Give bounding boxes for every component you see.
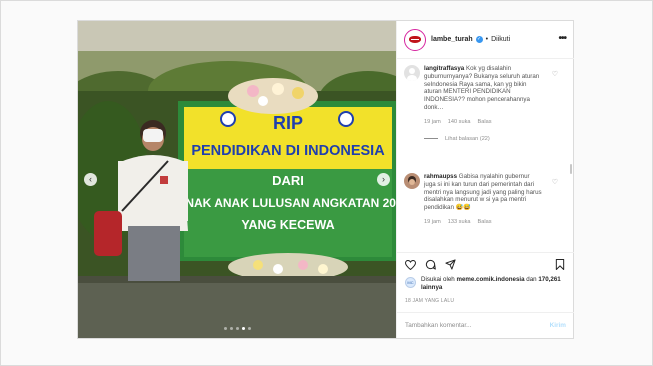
following-button[interactable]: Diikuti — [491, 36, 510, 43]
view-replies-button[interactable]: Lihat balasan (22) — [424, 136, 564, 142]
action-icons — [405, 259, 456, 270]
comment-bubble-icon — [425, 259, 436, 270]
heart-icon — [405, 259, 416, 270]
commenter-username[interactable]: rahmaupss — [424, 173, 457, 180]
comment-time: 19 jam — [424, 218, 441, 225]
reply-button[interactable]: Balas — [478, 119, 492, 125]
bookmark-icon — [555, 259, 565, 270]
follow-separator: • — [485, 36, 489, 43]
author-avatar[interactable] — [404, 28, 426, 51]
post-actions: MC Disukai oleh meme.comik.indonesia dan… — [397, 252, 574, 338]
post-media[interactable]: RIP PENDIDIKAN DI INDONESIA DARI ANAK AN… — [78, 21, 396, 338]
comment-meta: 19 jam 133 suka Balas — [424, 219, 564, 225]
like-comment-heart-icon[interactable]: ♡ — [552, 178, 558, 186]
save-button[interactable] — [555, 259, 565, 270]
liked-by-row: MC Disukai oleh meme.comik.indonesia dan… — [405, 276, 570, 292]
chevron-right-icon: › — [382, 174, 385, 184]
comment-meta: 19 jam 140 suka Balas — [424, 119, 564, 125]
comment-text: Kok yg disalahin guburnurnyanya? Bukanya… — [424, 65, 540, 111]
comment-item: langitraffasya Kok yg disalahin guburnur… — [404, 65, 564, 142]
sign-line-pendidikan: PENDIDIKAN DI INDONESIA — [191, 143, 385, 159]
comments-scrollbar[interactable] — [570, 164, 572, 174]
instagram-post: RIP PENDIDIKAN DI INDONESIA DARI ANAK AN… — [77, 20, 574, 339]
reply-button[interactable]: Balas — [478, 219, 492, 225]
previous-photo-button[interactable]: ‹ — [84, 173, 97, 186]
lips-logo-icon — [409, 36, 421, 43]
post-photo: RIP PENDIDIKAN DI INDONESIA DARI ANAK AN… — [78, 21, 396, 338]
comment-body: langitraffasya Kok yg disalahin guburnur… — [424, 65, 542, 112]
post-timestamp[interactable]: 18 JAM YANG LALU — [405, 298, 454, 304]
add-comment-bar: Kirim — [397, 312, 574, 338]
carousel-dots — [78, 327, 396, 330]
sign-line-rip: RIP — [273, 113, 303, 133]
share-button[interactable] — [445, 259, 456, 270]
comment-time: 19 jam — [424, 118, 441, 125]
commenter-avatar[interactable] — [404, 173, 420, 189]
more-options-icon[interactable]: ••• — [558, 33, 566, 44]
like-comment-heart-icon[interactable]: ♡ — [552, 70, 558, 78]
comment-input[interactable] — [405, 322, 550, 329]
carousel-dot — [247, 327, 251, 330]
commenter-username[interactable]: langitraffasya — [424, 65, 464, 72]
send-paper-plane-icon — [445, 259, 456, 270]
comment-item: rahmaupss Gabisa nyalahin gubernur juga … — [404, 173, 564, 225]
sign-line-kecewa: YANG KECEWA — [241, 218, 334, 232]
post-comment-button[interactable]: Kirim — [550, 322, 566, 329]
page-frame: RIP PENDIDIKAN DI INDONESIA DARI ANAK AN… — [0, 0, 653, 366]
comments-list[interactable]: langitraffasya Kok yg disalahin guburnur… — [397, 59, 574, 252]
carousel-dot — [223, 327, 227, 330]
liked-by-prefix: Disukai oleh — [421, 276, 455, 283]
next-photo-button[interactable]: › — [377, 173, 390, 186]
liked-by-user[interactable]: meme.comik.indonesia — [456, 276, 524, 283]
verified-badge-icon: ✓ — [475, 36, 483, 43]
commenter-avatar[interactable] — [404, 65, 420, 81]
sign-line-dari: DARI — [272, 173, 304, 188]
post-sidebar: lambe_turah ✓ • Diikuti ••• langitraffas… — [396, 21, 574, 338]
author-username[interactable]: lambe_turah — [431, 36, 473, 43]
comment-likes[interactable]: 140 suka — [448, 119, 471, 125]
like-button[interactable] — [405, 259, 416, 270]
chevron-left-icon: ‹ — [89, 174, 92, 184]
liked-by-text: Disukai oleh meme.comik.indonesia dan 17… — [421, 276, 570, 292]
comment-body: rahmaupss Gabisa nyalahin gubernur juga … — [424, 173, 542, 212]
carousel-dot — [229, 327, 233, 330]
liked-by-and: dan — [526, 276, 537, 283]
carousel-dot-active — [241, 327, 245, 330]
post-header: lambe_turah ✓ • Diikuti ••• — [397, 21, 574, 59]
view-replies-label: Lihat balasan (22) — [445, 135, 490, 142]
liker-avatar[interactable]: MC — [405, 277, 416, 288]
comment-likes[interactable]: 133 suka — [448, 219, 471, 225]
comment-button[interactable] — [425, 259, 436, 270]
carousel-dot — [235, 327, 239, 330]
replies-divider — [424, 138, 438, 140]
sign-line-angkatan: ANAK ANAK LULUSAN ANGKATAN 2020 — [177, 196, 396, 210]
